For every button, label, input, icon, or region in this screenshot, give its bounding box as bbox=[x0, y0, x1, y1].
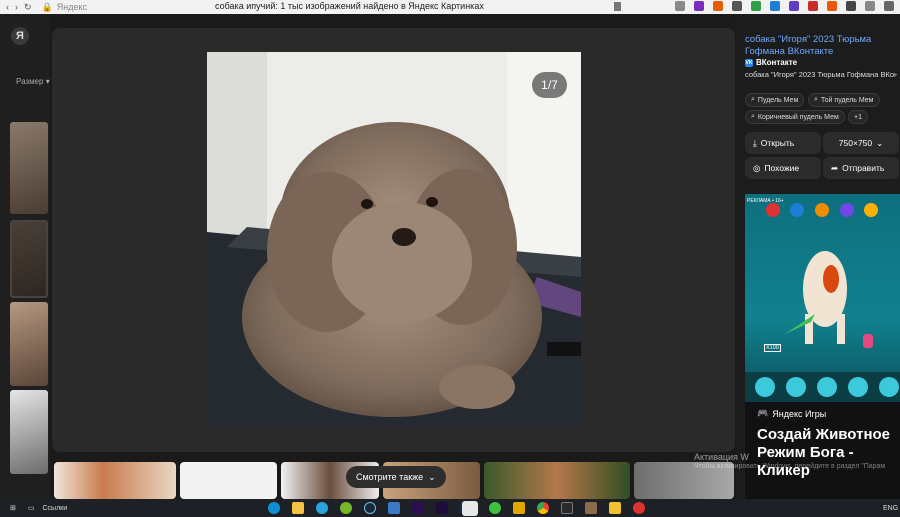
ad-label: РЕКЛАМА • 16+ bbox=[747, 198, 784, 204]
premiere-alt-icon[interactable] bbox=[436, 502, 448, 514]
strip-thumbnail[interactable] bbox=[180, 462, 277, 499]
language-indicator[interactable]: ENG bbox=[883, 505, 898, 512]
game-artwork bbox=[745, 203, 900, 402]
main-image[interactable] bbox=[207, 52, 581, 426]
sidebar-thumbnail[interactable] bbox=[10, 122, 48, 214]
ad-brand: 🎮 Яндекс Игры bbox=[757, 408, 826, 419]
strip-thumbnail[interactable] bbox=[484, 462, 630, 499]
search-icon: ⌕ bbox=[814, 96, 818, 103]
open-label: Открыть bbox=[760, 138, 795, 148]
gamepad-icon: 🎮 bbox=[757, 408, 769, 418]
extension-icon[interactable] bbox=[789, 1, 799, 11]
sidebar-thumbnail[interactable] bbox=[10, 220, 48, 298]
extension-icon[interactable] bbox=[808, 1, 818, 11]
premiere-icon[interactable] bbox=[412, 502, 424, 514]
extension-icon[interactable] bbox=[751, 1, 761, 11]
see-also-label: Смотрите также bbox=[356, 472, 424, 482]
yandex-logo[interactable]: Я bbox=[11, 27, 29, 45]
size-filter[interactable]: Размер ▾ bbox=[16, 77, 50, 86]
forward-icon[interactable]: › bbox=[15, 2, 18, 12]
open-button[interactable]: ⤓ Открыть bbox=[745, 132, 821, 154]
dog-photo bbox=[207, 52, 581, 426]
steam-icon[interactable] bbox=[364, 502, 376, 514]
start-icon[interactable]: ⊞ bbox=[10, 504, 16, 512]
links-toolbar[interactable]: Ссылки bbox=[43, 505, 68, 512]
vk-icon: VK bbox=[745, 58, 753, 67]
image-counter: 1/7 bbox=[532, 72, 567, 98]
source-site[interactable]: VK ВКонтакте bbox=[745, 58, 797, 67]
send-button[interactable]: ➦ Отправить bbox=[823, 157, 899, 179]
extension-icon[interactable] bbox=[884, 1, 894, 11]
app-icon[interactable] bbox=[609, 502, 621, 514]
nav-buttons: ‹ › ↻ bbox=[0, 2, 32, 13]
yandex-browser-icon[interactable] bbox=[462, 501, 478, 516]
strip-thumbnail[interactable] bbox=[54, 462, 176, 499]
ad-brand-label: Яндекс Игры bbox=[772, 408, 827, 419]
game-icon[interactable] bbox=[585, 502, 597, 514]
taskbar: ⊞ ▭ Ссылки ENG bbox=[0, 499, 900, 517]
tag-chip[interactable]: ⌕ Пудель Мем bbox=[745, 93, 805, 107]
similar-label: Похожие bbox=[764, 163, 800, 173]
extension-icon[interactable] bbox=[675, 1, 685, 11]
extension-icon[interactable] bbox=[713, 1, 723, 11]
tag-label: Коричневый пудель Мем bbox=[757, 113, 839, 121]
sidebar-thumbnail[interactable] bbox=[10, 302, 48, 386]
share-icon: ➦ bbox=[831, 162, 839, 173]
chevron-down-icon: ⌄ bbox=[876, 137, 884, 148]
tag-label: +1 bbox=[854, 113, 862, 121]
task-view-icon[interactable]: ▭ bbox=[28, 504, 35, 512]
back-icon[interactable]: ‹ bbox=[6, 2, 9, 12]
heart-icon[interactable] bbox=[633, 502, 645, 514]
source-title-link[interactable]: собака "Игоря" 2023 Тюрьма Гофмана ВКонт… bbox=[745, 34, 895, 58]
extension-icons bbox=[675, 1, 894, 11]
tag-chip[interactable]: ⌕ Той пудель Мем bbox=[808, 93, 880, 107]
reload-icon[interactable]: ↻ bbox=[24, 2, 32, 13]
tag-chip[interactable]: ⌕ Коричневый пудель Мем bbox=[745, 110, 845, 124]
extension-icon[interactable] bbox=[770, 1, 780, 11]
utorrent-icon[interactable] bbox=[340, 502, 352, 514]
app-icon[interactable] bbox=[388, 502, 400, 514]
extension-icon[interactable] bbox=[865, 1, 875, 11]
tag-label: Пудель Мем bbox=[757, 96, 799, 104]
size-label: 750×750 bbox=[838, 138, 873, 148]
search-icon: ⌕ bbox=[751, 96, 755, 103]
ad-headline[interactable]: Создай Животное Режим Бога - Кликер bbox=[757, 426, 897, 480]
chrome-icon[interactable] bbox=[537, 502, 549, 514]
activation-watermark-hint: Чтобы активировать Windows, перейдите в … bbox=[694, 463, 886, 470]
lens-icon: ◎ bbox=[753, 162, 761, 173]
tag-label: Той пудель Мем bbox=[820, 96, 874, 104]
source-site-label: ВКонтакте bbox=[756, 58, 798, 67]
page-title: собака ипучий: 1 тыс изображений найдено… bbox=[215, 1, 484, 11]
browser-toolbar: ‹ › ↻ 🔒 Яндекс собака ипучий: 1 тыс изоб… bbox=[0, 0, 900, 14]
telegram-icon[interactable] bbox=[316, 502, 328, 514]
download-icon: ⤓ bbox=[753, 137, 757, 148]
ad-counter: X100 bbox=[764, 344, 781, 352]
address-site[interactable]: Яндекс bbox=[57, 2, 87, 12]
explorer-icon[interactable] bbox=[292, 502, 304, 514]
ad-image[interactable] bbox=[745, 194, 900, 402]
search-icon: ⌕ bbox=[751, 113, 755, 120]
extension-icon[interactable] bbox=[732, 1, 742, 11]
bookmark-icon[interactable] bbox=[614, 2, 621, 11]
send-label: Отправить bbox=[842, 163, 885, 173]
app-icon[interactable] bbox=[489, 502, 501, 514]
extension-icon[interactable] bbox=[846, 1, 856, 11]
app-icon[interactable] bbox=[561, 502, 573, 514]
size-select[interactable]: 750×750 ⌄ bbox=[823, 132, 899, 154]
similar-button[interactable]: ◎ Похожие bbox=[745, 157, 821, 179]
chevron-down-icon: ⌄ bbox=[428, 471, 436, 482]
see-also-button[interactable]: Смотрите также ⌄ bbox=[346, 466, 446, 488]
tag-more-chip[interactable]: +1 bbox=[848, 110, 868, 124]
edge-icon[interactable] bbox=[268, 502, 280, 514]
extension-icon[interactable] bbox=[694, 1, 704, 11]
app-icon[interactable] bbox=[513, 502, 525, 514]
activation-watermark: Активация W bbox=[694, 452, 749, 462]
extension-icon[interactable] bbox=[827, 1, 837, 11]
source-description: собака "Игоря" 2023 Тюрьма Гофмана ВКон.… bbox=[745, 70, 897, 79]
sidebar-thumbnail[interactable] bbox=[10, 390, 48, 474]
lock-icon: 🔒 bbox=[41, 1, 53, 12]
